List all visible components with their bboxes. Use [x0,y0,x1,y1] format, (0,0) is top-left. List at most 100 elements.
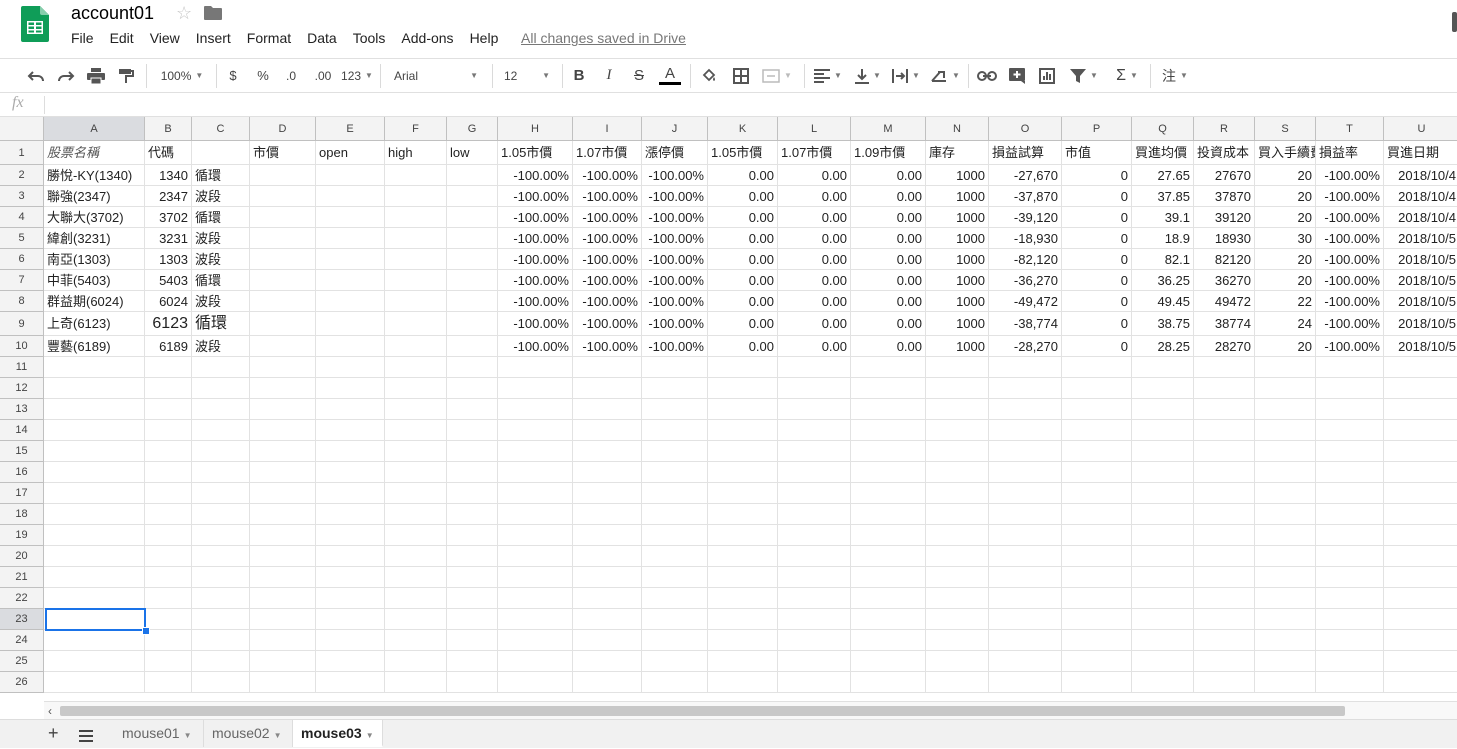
table-cell[interactable]: 0.00 [708,186,778,207]
table-cell[interactable] [316,672,385,693]
scroll-left-icon[interactable]: ‹ [48,704,52,718]
header-cell[interactable] [192,141,250,165]
table-cell[interactable] [708,630,778,651]
table-cell[interactable] [498,546,573,567]
table-cell[interactable] [1194,546,1255,567]
table-cell[interactable] [642,504,708,525]
table-cell[interactable] [44,546,145,567]
table-cell[interactable] [708,504,778,525]
table-cell[interactable] [145,357,192,378]
chevron-down-icon[interactable]: ▼ [184,731,192,740]
header-cell[interactable]: 買入手續費 [1255,141,1316,165]
table-cell[interactable] [145,399,192,420]
table-cell[interactable]: -100.00% [573,270,642,291]
table-cell[interactable] [1062,609,1132,630]
table-cell[interactable]: 18930 [1194,228,1255,249]
table-cell[interactable] [316,609,385,630]
table-cell[interactable] [1316,441,1384,462]
table-cell[interactable] [708,588,778,609]
table-cell[interactable] [192,609,250,630]
row-header-21[interactable]: 21 [0,567,44,588]
table-cell[interactable]: 27670 [1194,165,1255,186]
table-cell[interactable]: 2018/10/5 [1384,249,1457,270]
table-cell[interactable]: 20 [1255,207,1316,228]
table-cell[interactable] [708,441,778,462]
table-cell[interactable] [1132,483,1194,504]
header-cell[interactable]: 損益試算 [989,141,1062,165]
table-cell[interactable] [250,357,316,378]
table-cell[interactable] [1062,378,1132,399]
column-header-a[interactable]: A [44,117,145,141]
column-header-k[interactable]: K [708,117,778,141]
table-cell[interactable] [316,186,385,207]
table-cell[interactable]: 1000 [926,312,989,336]
strikethrough-button[interactable]: S [628,59,650,92]
column-header-m[interactable]: M [851,117,926,141]
table-cell[interactable]: -100.00% [573,228,642,249]
table-cell[interactable] [851,399,926,420]
table-cell[interactable] [989,441,1062,462]
table-cell[interactable] [447,546,498,567]
header-cell[interactable]: 1.07市價 [778,141,851,165]
table-cell[interactable] [1194,357,1255,378]
table-cell[interactable] [316,207,385,228]
table-cell[interactable] [1132,462,1194,483]
table-cell[interactable] [447,525,498,546]
text-rotation-icon[interactable]: ▼ [928,59,962,92]
table-cell[interactable]: 循環 [192,270,250,291]
table-cell[interactable]: 20 [1255,186,1316,207]
table-cell[interactable] [989,483,1062,504]
table-cell[interactable]: 20 [1255,249,1316,270]
chevron-down-icon[interactable]: ▼ [274,731,282,740]
row-header-9[interactable]: 9 [0,312,44,336]
column-header-u[interactable]: U [1384,117,1457,141]
header-cell[interactable]: 買進日期 [1384,141,1457,165]
table-cell[interactable]: 1303 [145,249,192,270]
row-header-2[interactable]: 2 [0,165,44,186]
table-cell[interactable]: -100.00% [642,186,708,207]
table-cell[interactable] [778,399,851,420]
column-header-c[interactable]: C [192,117,250,141]
print-icon[interactable] [84,59,108,92]
table-cell[interactable] [642,525,708,546]
column-header-j[interactable]: J [642,117,708,141]
table-cell[interactable] [573,672,642,693]
menu-edit[interactable]: Edit [110,30,134,46]
table-cell[interactable] [926,399,989,420]
table-cell[interactable]: 0 [1062,207,1132,228]
table-cell[interactable] [145,504,192,525]
table-cell[interactable]: 36.25 [1132,270,1194,291]
column-header-f[interactable]: F [385,117,447,141]
table-cell[interactable] [447,462,498,483]
table-cell[interactable] [385,186,447,207]
table-cell[interactable]: -100.00% [1316,270,1384,291]
table-cell[interactable] [447,270,498,291]
add-sheet-icon[interactable]: + [48,723,59,744]
table-cell[interactable]: 24 [1255,312,1316,336]
table-cell[interactable] [989,357,1062,378]
column-header-r[interactable]: R [1194,117,1255,141]
table-cell[interactable] [145,609,192,630]
table-cell[interactable]: 0.00 [708,228,778,249]
table-cell[interactable] [1255,588,1316,609]
table-cell[interactable] [642,609,708,630]
table-cell[interactable] [1384,546,1457,567]
table-cell[interactable] [385,207,447,228]
table-cell[interactable]: 18.9 [1132,228,1194,249]
table-cell[interactable] [708,357,778,378]
table-cell[interactable]: 0 [1062,291,1132,312]
table-cell[interactable] [926,567,989,588]
header-cell[interactable]: low [447,141,498,165]
table-cell[interactable]: 49472 [1194,291,1255,312]
table-cell[interactable] [250,420,316,441]
table-cell[interactable] [316,336,385,357]
table-cell[interactable]: 39.1 [1132,207,1194,228]
table-cell[interactable]: 39120 [1194,207,1255,228]
table-cell[interactable] [1062,483,1132,504]
table-cell[interactable]: 波段 [192,186,250,207]
table-cell[interactable] [926,504,989,525]
table-cell[interactable] [708,609,778,630]
table-cell[interactable] [1255,546,1316,567]
row-header-10[interactable]: 10 [0,336,44,357]
table-cell[interactable] [447,609,498,630]
